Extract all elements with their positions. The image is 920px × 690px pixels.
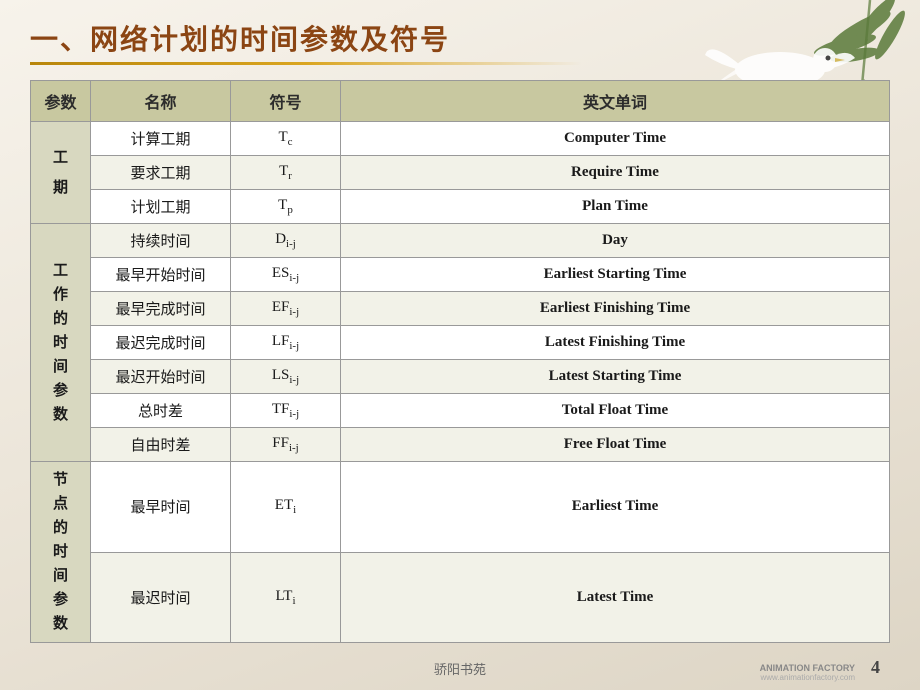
footer-text: 骄阳书苑 xyxy=(434,659,486,678)
table-row: 节点的时间参数 最早时间 ETi Earliest Time xyxy=(31,462,890,553)
name-cell: 最早时间 xyxy=(91,462,231,553)
symbol-cell: FFi-j xyxy=(231,428,341,462)
name-cell: 自由时差 xyxy=(91,428,231,462)
table-row: 工作的时间参数 持续时间 Di-j Day xyxy=(31,224,890,258)
name-cell: 最迟时间 xyxy=(91,552,231,643)
english-cell: Computer Time xyxy=(341,122,890,156)
english-cell: Plan Time xyxy=(341,190,890,224)
header-english: 英文单词 xyxy=(341,81,890,122)
title-area: 一、网络计划的时间参数及符号 xyxy=(30,18,720,65)
symbol-cell: Tp xyxy=(231,190,341,224)
english-cell: Latest Time xyxy=(341,552,890,643)
symbol-cell: ESi-j xyxy=(231,258,341,292)
name-cell: 持续时间 xyxy=(91,224,231,258)
table-row: 要求工期 Tr Require Time xyxy=(31,156,890,190)
table-row: 工期 计算工期 Tc Computer Time xyxy=(31,122,890,156)
header-name: 名称 xyxy=(91,81,231,122)
name-cell: 计算工期 xyxy=(91,122,231,156)
animation-logo: ANIMATION FACTORY www.animationfactory.c… xyxy=(760,663,855,682)
header-params: 参数 xyxy=(31,81,91,122)
symbol-cell: TFi-j xyxy=(231,394,341,428)
symbol-cell: Tc xyxy=(231,122,341,156)
table-row: 最迟开始时间 LSi-j Latest Starting Time xyxy=(31,360,890,394)
symbol-cell: ETi xyxy=(231,462,341,553)
symbol-cell: LFi-j xyxy=(231,326,341,360)
english-cell: Total Float Time xyxy=(341,394,890,428)
table-row: 最早开始时间 ESi-j Earliest Starting Time xyxy=(31,258,890,292)
english-cell: Free Float Time xyxy=(341,428,890,462)
english-cell: Earliest Time xyxy=(341,462,890,553)
symbol-cell: Di-j xyxy=(231,224,341,258)
name-cell: 要求工期 xyxy=(91,156,231,190)
symbol-cell: Tr xyxy=(231,156,341,190)
symbol-cell: LSi-j xyxy=(231,360,341,394)
english-cell: Latest Finishing Time xyxy=(341,326,890,360)
page-number: 4 xyxy=(871,657,880,678)
symbol-cell: LTi xyxy=(231,552,341,643)
name-cell: 最迟开始时间 xyxy=(91,360,231,394)
symbol-cell: EFi-j xyxy=(231,292,341,326)
table-header-row: 参数 名称 符号 英文单词 xyxy=(31,81,890,122)
header-symbol: 符号 xyxy=(231,81,341,122)
data-table: 参数 名称 符号 英文单词 工期 计算工期 Tc Computer Time 要… xyxy=(30,80,890,643)
name-cell: 最迟完成时间 xyxy=(91,326,231,360)
table-row: 最早完成时间 EFi-j Earliest Finishing Time xyxy=(31,292,890,326)
english-cell: Require Time xyxy=(341,156,890,190)
english-cell: Day xyxy=(341,224,890,258)
table-row: 最迟完成时间 LFi-j Latest Finishing Time xyxy=(31,326,890,360)
slide-background: 一、网络计划的时间参数及符号 参数 名称 符号 英文单词 工期 计算工期 Tc … xyxy=(0,0,920,690)
group-label-2: 工作的时间参数 xyxy=(31,224,91,462)
name-cell: 最早开始时间 xyxy=(91,258,231,292)
english-cell: Earliest Finishing Time xyxy=(341,292,890,326)
slide-title: 一、网络计划的时间参数及符号 xyxy=(30,18,720,58)
english-cell: Earliest Starting Time xyxy=(341,258,890,292)
table-row: 自由时差 FFi-j Free Float Time xyxy=(31,428,890,462)
title-underline xyxy=(30,62,582,65)
table-row: 总时差 TFi-j Total Float Time xyxy=(31,394,890,428)
name-cell: 计划工期 xyxy=(91,190,231,224)
group-label-1: 工期 xyxy=(31,122,91,224)
table-row: 计划工期 Tp Plan Time xyxy=(31,190,890,224)
table-container: 参数 名称 符号 英文单词 工期 计算工期 Tc Computer Time 要… xyxy=(30,80,890,643)
name-cell: 总时差 xyxy=(91,394,231,428)
english-cell: Latest Starting Time xyxy=(341,360,890,394)
table-row: 最迟时间 LTi Latest Time xyxy=(31,552,890,643)
group-label-3: 节点的时间参数 xyxy=(31,462,91,643)
name-cell: 最早完成时间 xyxy=(91,292,231,326)
